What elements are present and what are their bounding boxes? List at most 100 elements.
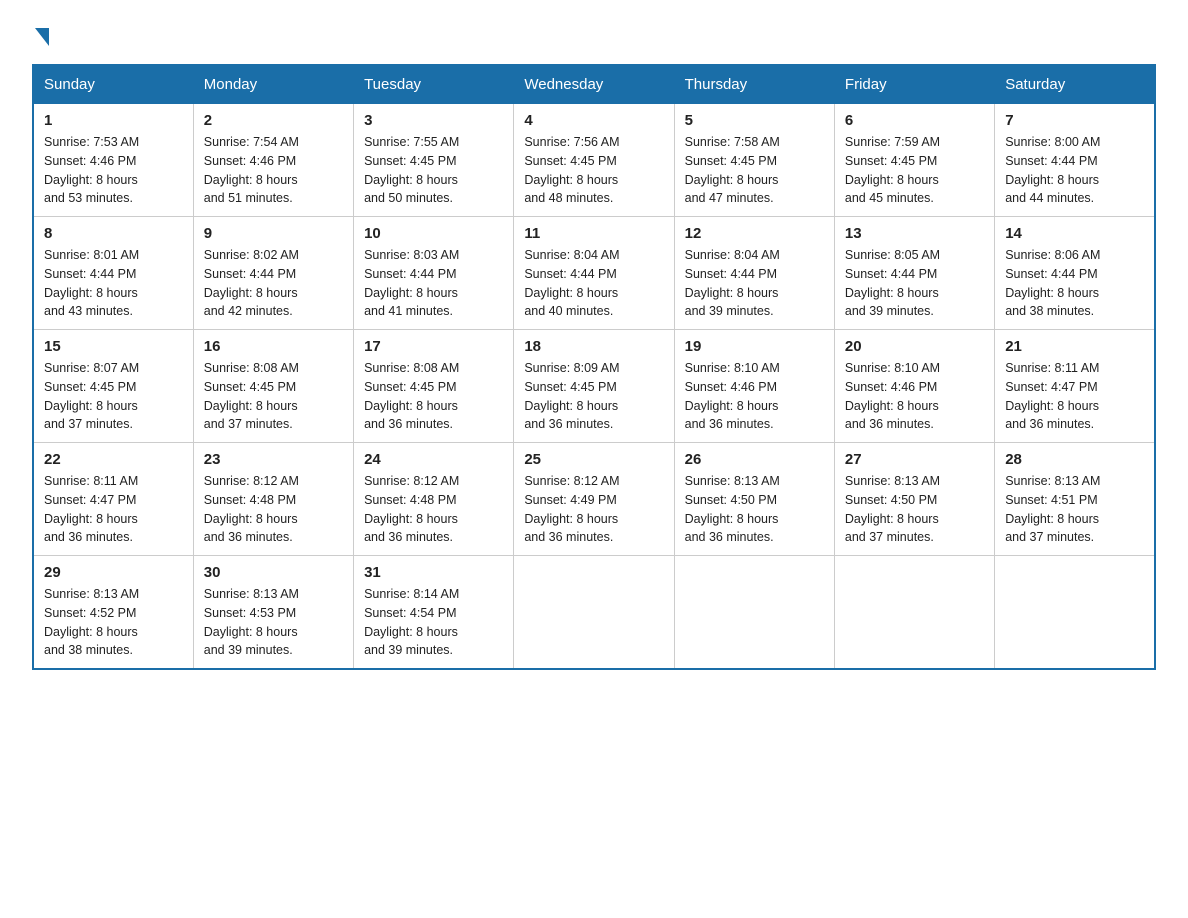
day-info: Sunrise: 8:13 AM Sunset: 4:50 PM Dayligh… (845, 472, 984, 547)
col-header-tuesday: Tuesday (354, 65, 514, 104)
day-info: Sunrise: 7:56 AM Sunset: 4:45 PM Dayligh… (524, 133, 663, 208)
day-number: 19 (685, 338, 824, 355)
day-cell: 28 Sunrise: 8:13 AM Sunset: 4:51 PM Dayl… (995, 443, 1155, 556)
day-info: Sunrise: 8:06 AM Sunset: 4:44 PM Dayligh… (1005, 246, 1144, 321)
day-info: Sunrise: 8:09 AM Sunset: 4:45 PM Dayligh… (524, 359, 663, 434)
day-cell: 1 Sunrise: 7:53 AM Sunset: 4:46 PM Dayli… (33, 104, 193, 217)
day-number: 30 (204, 564, 343, 581)
day-cell: 16 Sunrise: 8:08 AM Sunset: 4:45 PM Dayl… (193, 330, 353, 443)
day-cell: 12 Sunrise: 8:04 AM Sunset: 4:44 PM Dayl… (674, 217, 834, 330)
day-info: Sunrise: 8:12 AM Sunset: 4:49 PM Dayligh… (524, 472, 663, 547)
day-cell (834, 556, 994, 670)
day-number: 7 (1005, 112, 1144, 129)
day-cell: 30 Sunrise: 8:13 AM Sunset: 4:53 PM Dayl… (193, 556, 353, 670)
day-cell: 25 Sunrise: 8:12 AM Sunset: 4:49 PM Dayl… (514, 443, 674, 556)
day-number: 22 (44, 451, 183, 468)
day-cell: 13 Sunrise: 8:05 AM Sunset: 4:44 PM Dayl… (834, 217, 994, 330)
day-info: Sunrise: 8:01 AM Sunset: 4:44 PM Dayligh… (44, 246, 183, 321)
day-info: Sunrise: 8:08 AM Sunset: 4:45 PM Dayligh… (204, 359, 343, 434)
day-number: 6 (845, 112, 984, 129)
day-info: Sunrise: 7:53 AM Sunset: 4:46 PM Dayligh… (44, 133, 183, 208)
calendar-header-row: SundayMondayTuesdayWednesdayThursdayFrid… (33, 65, 1155, 104)
day-cell: 9 Sunrise: 8:02 AM Sunset: 4:44 PM Dayli… (193, 217, 353, 330)
col-header-monday: Monday (193, 65, 353, 104)
col-header-friday: Friday (834, 65, 994, 104)
day-info: Sunrise: 8:13 AM Sunset: 4:53 PM Dayligh… (204, 585, 343, 660)
day-cell: 23 Sunrise: 8:12 AM Sunset: 4:48 PM Dayl… (193, 443, 353, 556)
col-header-thursday: Thursday (674, 65, 834, 104)
week-row-5: 29 Sunrise: 8:13 AM Sunset: 4:52 PM Dayl… (33, 556, 1155, 670)
day-number: 14 (1005, 225, 1144, 242)
day-info: Sunrise: 8:12 AM Sunset: 4:48 PM Dayligh… (364, 472, 503, 547)
day-cell: 20 Sunrise: 8:10 AM Sunset: 4:46 PM Dayl… (834, 330, 994, 443)
day-cell: 6 Sunrise: 7:59 AM Sunset: 4:45 PM Dayli… (834, 104, 994, 217)
calendar-table: SundayMondayTuesdayWednesdayThursdayFrid… (32, 64, 1156, 670)
day-number: 28 (1005, 451, 1144, 468)
day-cell: 19 Sunrise: 8:10 AM Sunset: 4:46 PM Dayl… (674, 330, 834, 443)
week-row-2: 8 Sunrise: 8:01 AM Sunset: 4:44 PM Dayli… (33, 217, 1155, 330)
day-cell: 26 Sunrise: 8:13 AM Sunset: 4:50 PM Dayl… (674, 443, 834, 556)
day-info: Sunrise: 8:10 AM Sunset: 4:46 PM Dayligh… (685, 359, 824, 434)
day-cell: 7 Sunrise: 8:00 AM Sunset: 4:44 PM Dayli… (995, 104, 1155, 217)
day-number: 25 (524, 451, 663, 468)
day-number: 11 (524, 225, 663, 242)
day-number: 23 (204, 451, 343, 468)
day-number: 13 (845, 225, 984, 242)
week-row-3: 15 Sunrise: 8:07 AM Sunset: 4:45 PM Dayl… (33, 330, 1155, 443)
day-number: 31 (364, 564, 503, 581)
day-cell: 21 Sunrise: 8:11 AM Sunset: 4:47 PM Dayl… (995, 330, 1155, 443)
day-info: Sunrise: 7:54 AM Sunset: 4:46 PM Dayligh… (204, 133, 343, 208)
day-info: Sunrise: 8:04 AM Sunset: 4:44 PM Dayligh… (524, 246, 663, 321)
day-info: Sunrise: 7:59 AM Sunset: 4:45 PM Dayligh… (845, 133, 984, 208)
day-info: Sunrise: 8:13 AM Sunset: 4:52 PM Dayligh… (44, 585, 183, 660)
day-cell: 5 Sunrise: 7:58 AM Sunset: 4:45 PM Dayli… (674, 104, 834, 217)
day-number: 15 (44, 338, 183, 355)
day-info: Sunrise: 7:58 AM Sunset: 4:45 PM Dayligh… (685, 133, 824, 208)
day-cell (995, 556, 1155, 670)
day-cell: 4 Sunrise: 7:56 AM Sunset: 4:45 PM Dayli… (514, 104, 674, 217)
day-cell (674, 556, 834, 670)
col-header-wednesday: Wednesday (514, 65, 674, 104)
day-info: Sunrise: 8:04 AM Sunset: 4:44 PM Dayligh… (685, 246, 824, 321)
day-cell: 24 Sunrise: 8:12 AM Sunset: 4:48 PM Dayl… (354, 443, 514, 556)
day-cell (514, 556, 674, 670)
day-info: Sunrise: 8:10 AM Sunset: 4:46 PM Dayligh… (845, 359, 984, 434)
day-number: 29 (44, 564, 183, 581)
day-number: 4 (524, 112, 663, 129)
day-info: Sunrise: 8:13 AM Sunset: 4:50 PM Dayligh… (685, 472, 824, 547)
day-cell: 29 Sunrise: 8:13 AM Sunset: 4:52 PM Dayl… (33, 556, 193, 670)
day-cell: 8 Sunrise: 8:01 AM Sunset: 4:44 PM Dayli… (33, 217, 193, 330)
day-number: 9 (204, 225, 343, 242)
logo (32, 24, 49, 46)
day-info: Sunrise: 8:00 AM Sunset: 4:44 PM Dayligh… (1005, 133, 1144, 208)
day-info: Sunrise: 8:13 AM Sunset: 4:51 PM Dayligh… (1005, 472, 1144, 547)
day-number: 12 (685, 225, 824, 242)
day-cell: 31 Sunrise: 8:14 AM Sunset: 4:54 PM Dayl… (354, 556, 514, 670)
day-info: Sunrise: 8:03 AM Sunset: 4:44 PM Dayligh… (364, 246, 503, 321)
day-number: 10 (364, 225, 503, 242)
day-cell: 15 Sunrise: 8:07 AM Sunset: 4:45 PM Dayl… (33, 330, 193, 443)
day-number: 8 (44, 225, 183, 242)
day-number: 3 (364, 112, 503, 129)
day-cell: 11 Sunrise: 8:04 AM Sunset: 4:44 PM Dayl… (514, 217, 674, 330)
col-header-saturday: Saturday (995, 65, 1155, 104)
day-info: Sunrise: 8:05 AM Sunset: 4:44 PM Dayligh… (845, 246, 984, 321)
day-cell: 10 Sunrise: 8:03 AM Sunset: 4:44 PM Dayl… (354, 217, 514, 330)
day-info: Sunrise: 8:14 AM Sunset: 4:54 PM Dayligh… (364, 585, 503, 660)
day-info: Sunrise: 8:12 AM Sunset: 4:48 PM Dayligh… (204, 472, 343, 547)
day-number: 16 (204, 338, 343, 355)
day-info: Sunrise: 8:07 AM Sunset: 4:45 PM Dayligh… (44, 359, 183, 434)
day-info: Sunrise: 8:08 AM Sunset: 4:45 PM Dayligh… (364, 359, 503, 434)
logo-arrow-icon (35, 28, 49, 46)
day-cell: 3 Sunrise: 7:55 AM Sunset: 4:45 PM Dayli… (354, 104, 514, 217)
week-row-4: 22 Sunrise: 8:11 AM Sunset: 4:47 PM Dayl… (33, 443, 1155, 556)
day-number: 21 (1005, 338, 1144, 355)
day-cell: 22 Sunrise: 8:11 AM Sunset: 4:47 PM Dayl… (33, 443, 193, 556)
day-cell: 17 Sunrise: 8:08 AM Sunset: 4:45 PM Dayl… (354, 330, 514, 443)
day-info: Sunrise: 8:11 AM Sunset: 4:47 PM Dayligh… (1005, 359, 1144, 434)
day-cell: 18 Sunrise: 8:09 AM Sunset: 4:45 PM Dayl… (514, 330, 674, 443)
day-number: 27 (845, 451, 984, 468)
day-number: 2 (204, 112, 343, 129)
day-number: 5 (685, 112, 824, 129)
day-cell: 27 Sunrise: 8:13 AM Sunset: 4:50 PM Dayl… (834, 443, 994, 556)
